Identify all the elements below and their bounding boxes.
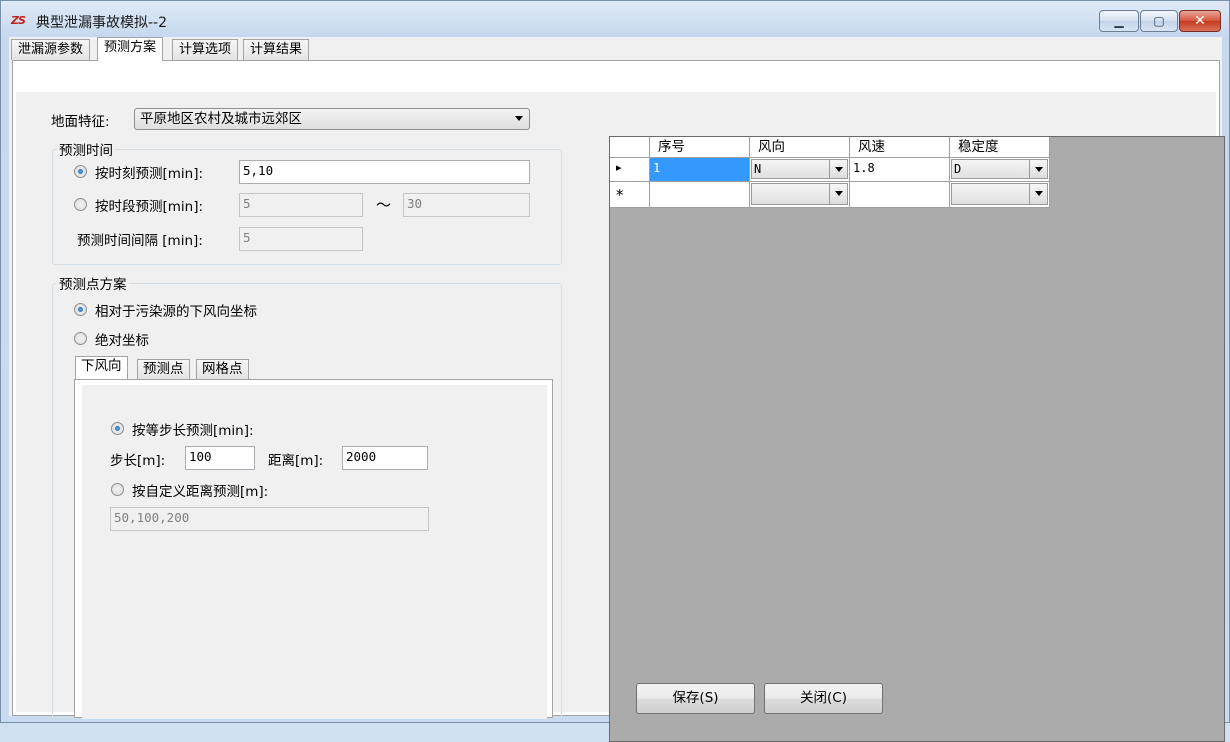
direction-value-1: N [754,162,762,176]
by-moment-label: 按时刻预测[min]: [95,166,204,182]
chevron-down-icon[interactable] [1029,184,1047,204]
maximize-button[interactable]: ▢ [1140,10,1178,32]
subtab-grid-points[interactable]: 网格点 [196,359,249,379]
client-area: 泄漏源参数 预测方案 计算选项 计算结果 地面特征: 平原地区农村及城市远郊区 … [9,37,1225,742]
grid-corner [610,137,650,158]
row-header-1[interactable]: ▸ [610,158,650,182]
tab-calc-options[interactable]: 计算选项 [172,39,239,60]
close-button[interactable]: 关闭(C) [764,683,883,714]
chevron-down-icon[interactable] [1029,160,1047,178]
tab-prediction-plan[interactable]: 预测方案 [97,37,164,61]
distance-input[interactable]: 2000 [342,446,428,470]
period-separator: ～ [376,196,392,214]
custom-distance-label: 按自定义距离预测[m]: [132,484,269,500]
stability-value-1: D [954,162,962,176]
step-input[interactable]: 100 [185,446,255,470]
equal-step-label: 按等步长预测[min]: [132,423,254,439]
step-label: 步长[m]: [110,453,166,469]
cell-seq-new[interactable] [650,182,750,208]
by-period-radio[interactable] [74,198,87,211]
ground-feature-select[interactable]: 平原地区农村及城市远郊区 [134,108,530,130]
app-window: ZS 典型泄漏事故模拟--2 ▁ ▢ ✕ 泄漏源参数 预测方案 计算选项 计算结… [0,0,1230,742]
interval-input[interactable]: 5 [239,227,363,251]
custom-distance-radio[interactable] [111,483,124,496]
ground-feature-value: 平原地区农村及城市远郊区 [140,111,302,127]
prediction-point-group-title: 预测点方案 [57,273,129,293]
custom-distance-input[interactable]: 50,100,200 [110,507,429,531]
column-header-direction[interactable]: 风向 [750,137,850,158]
distance-label: 距离[m]: [268,453,324,469]
chevron-down-icon[interactable] [829,184,847,204]
subtab-downwind[interactable]: 下风向 [75,356,128,379]
app-logo-icon: ZS [11,14,26,27]
close-window-button[interactable]: ✕ [1179,10,1221,32]
chevron-down-icon[interactable] [829,160,847,178]
equal-step-radio[interactable] [111,422,124,435]
column-header-seq[interactable]: 序号 [650,137,750,158]
direction-combo-new[interactable] [751,183,848,205]
tab-panel: 地面特征: 平原地区农村及城市远郊区 预测时间 按时刻预测[min]: 5,10… [12,60,1225,742]
stability-combo-1[interactable]: D [951,159,1048,179]
chevron-down-icon [515,116,523,121]
cell-direction-new[interactable] [750,182,850,208]
absolute-coord-label: 绝对坐标 [95,333,149,349]
cell-speed-new[interactable] [850,182,950,208]
stability-combo-new[interactable] [951,183,1048,205]
absolute-coord-radio[interactable] [74,332,87,345]
column-header-speed[interactable]: 风速 [850,137,950,158]
cell-seq-1[interactable]: 1 [650,158,750,182]
relative-coord-label: 相对于污染源的下风向坐标 [95,304,257,320]
interval-label: 预测时间间隔 [min]: [77,233,203,249]
prediction-plan-panel: 地面特征: 平原地区农村及城市远郊区 预测时间 按时刻预测[min]: 5,10… [16,92,1225,742]
cell-stability-new[interactable] [950,182,1050,208]
ground-feature-label: 地面特征: [51,114,110,130]
by-period-label: 按时段预测[min]: [95,199,204,215]
current-row-icon: ▸ [616,161,622,174]
cell-speed-1[interactable]: 1.8 [850,158,950,182]
by-moment-radio[interactable] [74,165,87,178]
prediction-time-group-title: 预测时间 [57,139,115,159]
cell-direction-1[interactable]: N [750,158,850,182]
period-from-input[interactable]: 5 [239,193,363,217]
relative-coord-radio[interactable] [74,303,87,316]
cell-stability-1[interactable]: D [950,158,1050,182]
tab-calc-results[interactable]: 计算结果 [243,39,310,60]
minimize-button[interactable]: ▁ [1099,10,1139,32]
title-bar: ZS 典型泄漏事故模拟--2 ▁ ▢ ✕ [1,1,1229,37]
new-row-icon: * [616,186,624,204]
save-button[interactable]: 保存(S) [636,683,755,714]
column-header-stability[interactable]: 稳定度 [950,137,1050,158]
period-to-input[interactable]: 30 [403,193,530,217]
direction-combo-1[interactable]: N [751,159,848,179]
subtab-prediction-points[interactable]: 预测点 [137,359,190,379]
window-title: 典型泄漏事故模拟--2 [36,15,168,31]
by-moment-input[interactable]: 5,10 [239,160,530,184]
row-header-new[interactable]: * [610,182,650,208]
weather-data-grid: 序号 风向 风速 稳定度 ▸ 1 N 1.8 D * 保存(S) 关闭(C) [609,136,1225,742]
tab-leak-source[interactable]: 泄漏源参数 [11,39,91,60]
